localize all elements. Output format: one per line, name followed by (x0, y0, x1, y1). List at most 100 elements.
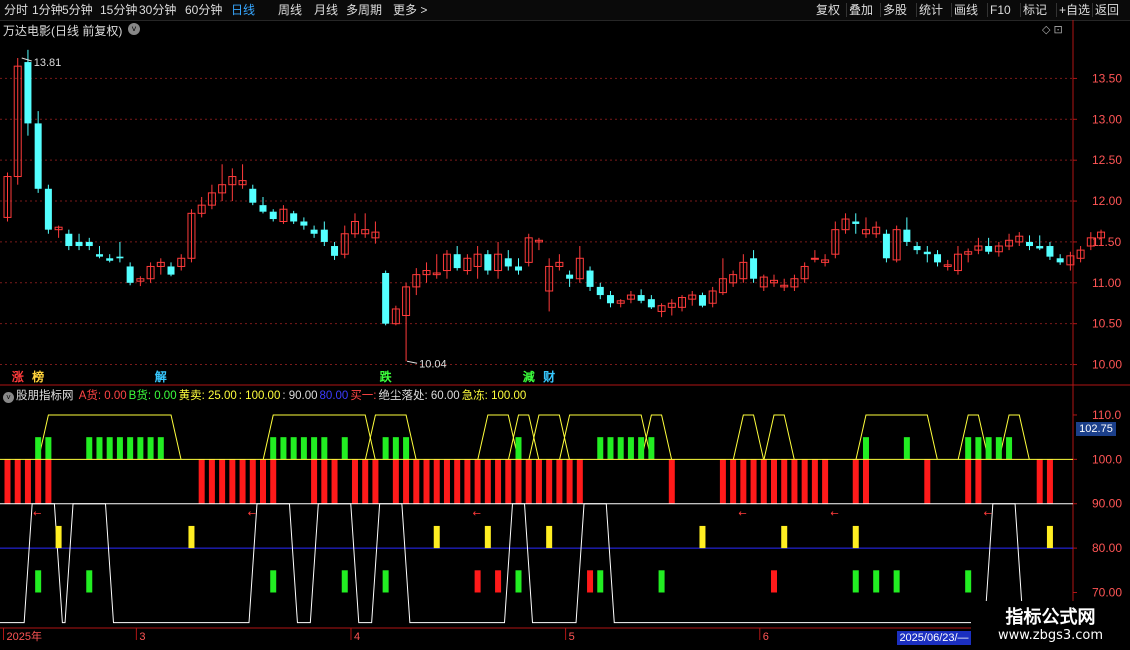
candle-body-down (34, 123, 42, 189)
yellow-signal-bar (781, 525, 788, 549)
indicator-field-2: 黄卖: 25.00 (178, 390, 237, 402)
yellow-peak (763, 414, 795, 460)
high-marker (21, 57, 32, 62)
period-tab-1[interactable]: 1分钟 (32, 2, 63, 18)
candle-body-down (269, 211, 277, 220)
tool-button-2[interactable]: 多股 (883, 2, 907, 18)
red-signal-bar (362, 459, 369, 504)
green-signal-bar (106, 437, 113, 460)
green-signal-bar (638, 437, 645, 460)
tool-separator (1020, 3, 1021, 17)
period-tab-7[interactable]: 周线 (278, 2, 302, 18)
period-tab-6[interactable]: 日线 (231, 2, 255, 18)
tool-button-4[interactable]: 画线 (954, 2, 978, 18)
arrow-marker: ← (473, 509, 481, 520)
signal-marker: 涨 (12, 369, 24, 384)
green-signal-bar (45, 437, 52, 460)
yellow-signal-bar (188, 525, 195, 549)
candle-body-down (290, 213, 298, 222)
red-signal-bar (781, 459, 788, 504)
indicator-field-7: 绝尘落处: 60.00 (378, 390, 460, 402)
candle-body-down (65, 233, 73, 247)
red-signal-bar (454, 459, 461, 504)
tool-button-8[interactable]: 返回 (1095, 2, 1119, 18)
signal-marker: 跌 (380, 369, 393, 384)
green-signal-bar (995, 437, 1002, 460)
red-signal-bar (505, 459, 512, 504)
red-signal-bar (311, 459, 318, 504)
indicator-name[interactable]: 股朋指标网 (16, 390, 74, 402)
candle-body-down (24, 62, 32, 124)
period-tab-4[interactable]: 30分钟 (139, 2, 176, 18)
green-signal-bar (280, 437, 287, 460)
tool-button-5[interactable]: F10 (990, 2, 1011, 18)
tool-button-0[interactable]: 复权 (816, 2, 840, 18)
candle-body-down (484, 254, 492, 271)
yellow-signal-bar (852, 525, 859, 549)
red-signal-bar (24, 459, 31, 504)
candle-body-down (637, 295, 645, 301)
period-tab-3[interactable]: 15分钟 (100, 2, 137, 18)
red-signal-bar (811, 459, 818, 504)
signal-marker: 解 (155, 369, 167, 384)
tool-button-3[interactable]: 统计 (919, 2, 943, 18)
period-tab-0[interactable]: 分时 (4, 2, 28, 18)
period-tab-9[interactable]: 多周期 (346, 2, 382, 18)
indicator-tick-label: 110.0 (1092, 408, 1121, 422)
candle-body-down (750, 258, 758, 279)
price-tick-label: 12.00 (1092, 194, 1122, 208)
candle-body-down (85, 241, 93, 247)
green-signal-bar (147, 437, 154, 460)
green-signal-bar (597, 437, 604, 460)
red-signal-bar (321, 459, 328, 504)
red-signal-bar (45, 459, 52, 504)
period-tab-5[interactable]: 60分钟 (185, 2, 222, 18)
period-tab-2[interactable]: 5分钟 (62, 2, 93, 18)
high-price-label: 13.81 (34, 57, 62, 69)
green-signal-bar (403, 437, 410, 460)
candle-body-down (606, 295, 614, 304)
red-signal-bar (403, 459, 410, 504)
green-signal-bar (903, 437, 910, 460)
red-low-bar (587, 570, 594, 593)
x-tick-label: 6 (763, 631, 769, 643)
red-signal-bar (443, 459, 450, 504)
candle-body-down (586, 270, 594, 287)
x-tick-label: 2025年 (7, 629, 42, 643)
candle-body-down (882, 233, 890, 259)
period-tab-10[interactable]: 更多 > (393, 2, 427, 18)
green-signal-bar (341, 437, 348, 460)
arrow-marker: ← (830, 509, 838, 520)
red-signal-bar (576, 459, 583, 504)
yellow-signal-bar (546, 525, 553, 549)
candle-body-down (310, 229, 318, 234)
green-signal-bar (157, 437, 164, 460)
red-low-bar (474, 570, 481, 593)
tool-separator (987, 3, 988, 17)
tool-button-6[interactable]: 标记 (1023, 2, 1047, 18)
red-signal-bar (852, 459, 859, 504)
chart-area[interactable]: 13.50 13.00 12.50 12.00 11.50 11.00 10.50 10.00… (0, 20, 1130, 650)
candle-body-down (504, 258, 512, 267)
green-signal-bar (648, 437, 655, 460)
period-tab-8[interactable]: 月线 (314, 2, 338, 18)
red-signal-bar (515, 459, 522, 504)
red-signal-bar (331, 459, 338, 504)
signal-marker: 榜 (32, 369, 44, 384)
green-low-bar (658, 570, 665, 593)
indicator-field-0: A货: 0.00 (78, 390, 127, 402)
chevron-down-icon[interactable]: ˅ (128, 23, 140, 35)
tool-button-7[interactable]: +自选 (1059, 2, 1090, 18)
yellow-peak (640, 414, 673, 460)
chevron-down-icon[interactable]: ˅ (3, 392, 14, 403)
tool-button-1[interactable]: 叠加 (849, 2, 873, 18)
red-signal-bar (198, 459, 205, 504)
yellow-signal-bar (55, 525, 62, 549)
green-signal-bar (321, 437, 328, 460)
red-signal-bar (546, 459, 553, 504)
watermark-title: 指标公式网 (1005, 607, 1096, 628)
chart-tools-icons[interactable]: ◇ ⊡ (1042, 23, 1063, 36)
candle-body-down (1056, 258, 1064, 263)
green-low-bar (35, 570, 42, 593)
indicator-title-row: ˅ 股朋指标网 A货: 0.00 B货: 0.00 黄卖: 25.00: 100.00… (3, 387, 528, 403)
